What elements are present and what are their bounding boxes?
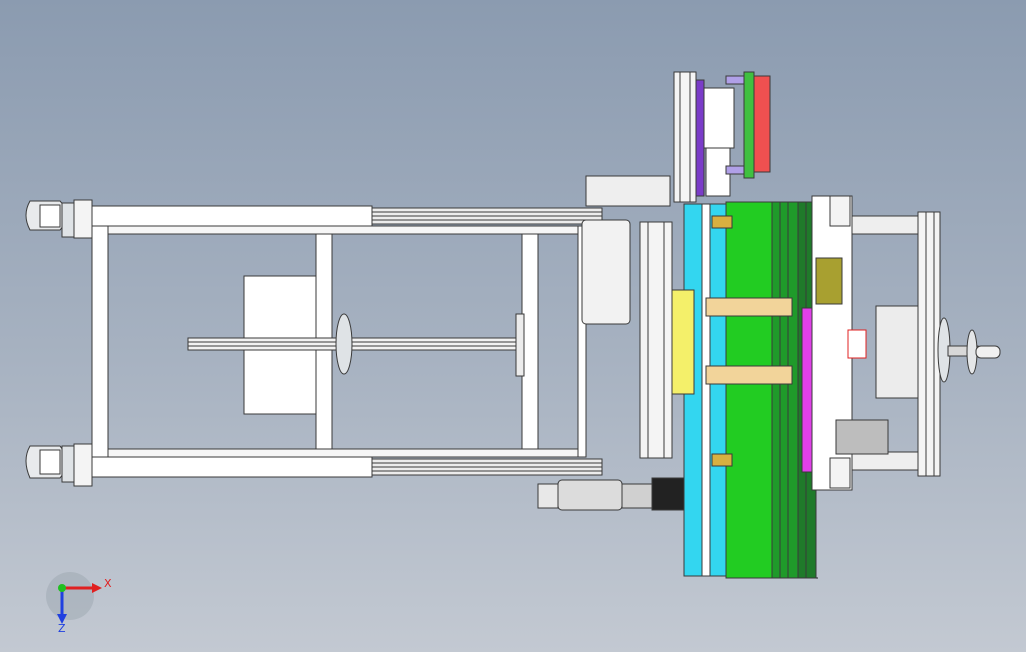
- vertical-plates: [671, 201, 817, 579]
- triad-shadow: [46, 572, 94, 620]
- machine-assembly: [25, 71, 1001, 579]
- x-axis-label: X: [104, 577, 112, 590]
- hand-wheel[interactable]: [937, 317, 1001, 383]
- upper-column: [673, 71, 771, 203]
- x-arrowhead: [92, 583, 102, 593]
- right-frame: [811, 195, 941, 491]
- coordinate-triad: X Z: [46, 572, 112, 635]
- bottom-servo-motor: [537, 477, 689, 511]
- z-axis-label: Z: [58, 622, 66, 635]
- cad-viewport[interactable]: X Z: [0, 0, 1026, 652]
- caster-wheel-top: [25, 199, 93, 239]
- caster-wheel-bottom: [25, 443, 93, 487]
- center-screw-assembly: [187, 275, 525, 415]
- y-axis-dot: [58, 584, 66, 592]
- assembly-drawing: X Z: [25, 71, 1001, 635]
